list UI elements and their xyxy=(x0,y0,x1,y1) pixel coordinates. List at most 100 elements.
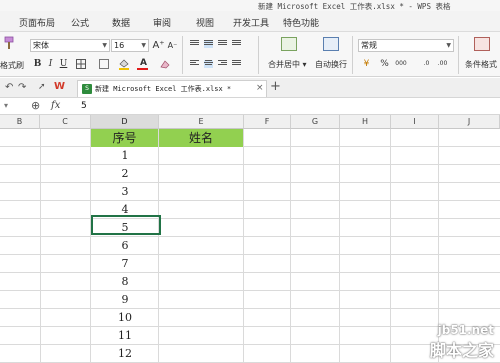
decrease-decimal-icon[interactable]: .00 xyxy=(436,57,449,70)
cell-number[interactable]: 3 xyxy=(91,183,159,201)
document-tab-bar: ↶ ↷ ➚ W S 新建 Microsoft Excel 工作表.xlsx * … xyxy=(0,78,500,98)
grid-line xyxy=(0,146,500,147)
font-color-glyph: A xyxy=(140,57,147,68)
clear-format-icon[interactable] xyxy=(158,57,171,70)
fill-color-icon[interactable] xyxy=(117,57,130,70)
format-painter-icon[interactable] xyxy=(3,36,15,50)
watermark-domain: jb51.net xyxy=(437,323,494,337)
cell-number[interactable]: 6 xyxy=(91,237,159,255)
title-bar: 新建 Microsoft Excel 工作表.xlsx * - WPS 表格 xyxy=(0,0,500,11)
grid-line xyxy=(0,254,500,255)
cell-number[interactable]: 11 xyxy=(91,327,159,345)
column-header-e[interactable]: E xyxy=(159,115,244,129)
menu-features[interactable]: 特色功能 xyxy=(283,16,319,29)
grow-font-icon[interactable]: A⁺ xyxy=(152,39,165,52)
document-tab[interactable]: S 新建 Microsoft Excel 工作表.xlsx * × xyxy=(77,80,267,97)
cell-number[interactable]: 7 xyxy=(91,255,159,273)
grid-line xyxy=(0,272,500,273)
grid-line xyxy=(0,308,500,309)
grid-line xyxy=(0,344,500,345)
ribbon-toolbar: 格式刷 宋体 ▼ 16 ▼ A⁺ A⁻ B I U A 合并居中 ▾ 自动换行 xyxy=(0,32,500,77)
conditional-format-button[interactable]: 条件格式 xyxy=(465,59,497,70)
bold-button[interactable]: B xyxy=(31,57,44,70)
document-tab-label: 新建 Microsoft Excel 工作表.xlsx * xyxy=(95,85,232,93)
grid-line xyxy=(0,236,500,237)
justify-icon[interactable] xyxy=(232,60,241,68)
column-header-c[interactable]: C xyxy=(40,115,91,129)
merge-center-icon[interactable] xyxy=(281,37,297,51)
align-top-icon[interactable] xyxy=(190,40,199,48)
wps-logo-icon[interactable]: W xyxy=(54,81,65,92)
align-bottom-icon[interactable] xyxy=(218,40,227,48)
zoom-search-icon[interactable]: ⊕ xyxy=(31,99,40,112)
column-header-f[interactable]: F xyxy=(244,115,291,129)
grid-line xyxy=(0,326,500,327)
italic-button[interactable]: I xyxy=(44,57,57,70)
menu-page-layout[interactable]: 页面布局 xyxy=(19,16,55,29)
font-name-value: 宋体 xyxy=(33,41,49,50)
number-format-select[interactable]: 常规 ▼ xyxy=(358,39,454,52)
column-header-i[interactable]: I xyxy=(391,115,439,129)
borders-icon[interactable] xyxy=(74,57,87,70)
menu-view[interactable]: 视图 xyxy=(196,16,214,29)
merge-small-icon[interactable] xyxy=(97,57,110,70)
ribbon-separator xyxy=(182,36,183,74)
grid-line xyxy=(0,218,500,219)
column-header-b[interactable]: B xyxy=(0,115,40,129)
spreadsheet-icon: S xyxy=(82,84,92,94)
menu-data[interactable]: 数据 xyxy=(112,16,130,29)
thousands-button[interactable]: 000 xyxy=(393,57,409,70)
menu-formulas[interactable]: 公式 xyxy=(71,16,89,29)
active-cell-border[interactable] xyxy=(91,215,161,235)
font-name-select[interactable]: 宋体 ▼ xyxy=(30,39,110,52)
chevron-down-icon: ▼ xyxy=(446,42,451,49)
align-left-icon[interactable] xyxy=(190,60,199,68)
ribbon-separator xyxy=(458,36,459,74)
format-painter-label[interactable]: 格式刷 xyxy=(0,60,24,71)
cell-number[interactable]: 12 xyxy=(91,345,159,363)
column-header-g[interactable]: G xyxy=(291,115,340,129)
percent-button[interactable]: % xyxy=(378,57,391,70)
underline-button[interactable]: U xyxy=(57,57,70,70)
formula-bar: ▾ ⊕ fx 5 xyxy=(0,98,500,115)
increase-decimal-icon[interactable]: .0 xyxy=(420,57,433,70)
menu-review[interactable]: 审阅 xyxy=(153,16,171,29)
merge-center-label: 合并居中 xyxy=(268,60,300,69)
cell-number[interactable]: 1 xyxy=(91,147,159,165)
conditional-format-icon[interactable] xyxy=(474,37,490,51)
column-header-d[interactable]: D xyxy=(91,115,159,129)
column-header-h[interactable]: H xyxy=(340,115,391,129)
header-cell-number[interactable]: 序号 xyxy=(91,129,158,147)
watermark-name: 脚本之家 xyxy=(429,341,494,360)
column-header-j[interactable]: J xyxy=(439,115,500,129)
formula-input[interactable]: 5 xyxy=(81,101,87,111)
cell-number[interactable]: 2 xyxy=(91,165,159,183)
menu-developer[interactable]: 开发工具 xyxy=(233,16,269,29)
currency-icon[interactable]: ¥ xyxy=(360,57,373,70)
spreadsheet-grid[interactable]: 序号 姓名 1 2 3 4 5 6 7 8 9 10 11 12 xyxy=(0,129,500,363)
menu-bar: 页面布局 公式 数据 审阅 视图 开发工具 特色功能 xyxy=(0,11,500,32)
cell-number[interactable]: 10 xyxy=(91,309,159,327)
fx-label[interactable]: fx xyxy=(51,100,60,111)
pin-icon[interactable]: ➚ xyxy=(38,82,46,92)
indent-icon[interactable] xyxy=(232,40,241,48)
font-size-select[interactable]: 16 ▼ xyxy=(111,39,149,52)
align-center-icon[interactable] xyxy=(204,60,213,68)
wrap-text-button[interactable]: 自动换行 xyxy=(315,59,347,70)
name-box-dropdown-icon[interactable]: ▾ xyxy=(4,101,8,110)
close-tab-icon[interactable]: × xyxy=(256,83,264,93)
new-tab-button[interactable]: + xyxy=(270,79,281,94)
grid-line xyxy=(0,200,500,201)
align-right-icon[interactable] xyxy=(218,60,227,68)
font-size-value: 16 xyxy=(114,41,125,50)
wrap-text-icon[interactable] xyxy=(323,37,339,51)
shrink-font-icon[interactable]: A⁻ xyxy=(166,39,179,52)
header-cell-name[interactable]: 姓名 xyxy=(159,129,243,147)
font-color-swatch xyxy=(137,68,148,70)
cell-number[interactable]: 8 xyxy=(91,273,159,291)
merge-center-button[interactable]: 合并居中 ▾ xyxy=(268,59,307,70)
undo-icon[interactable]: ↶ xyxy=(5,82,13,93)
redo-icon[interactable]: ↷ xyxy=(18,82,26,93)
cell-number[interactable]: 9 xyxy=(91,291,159,309)
align-middle-icon[interactable] xyxy=(204,40,213,48)
